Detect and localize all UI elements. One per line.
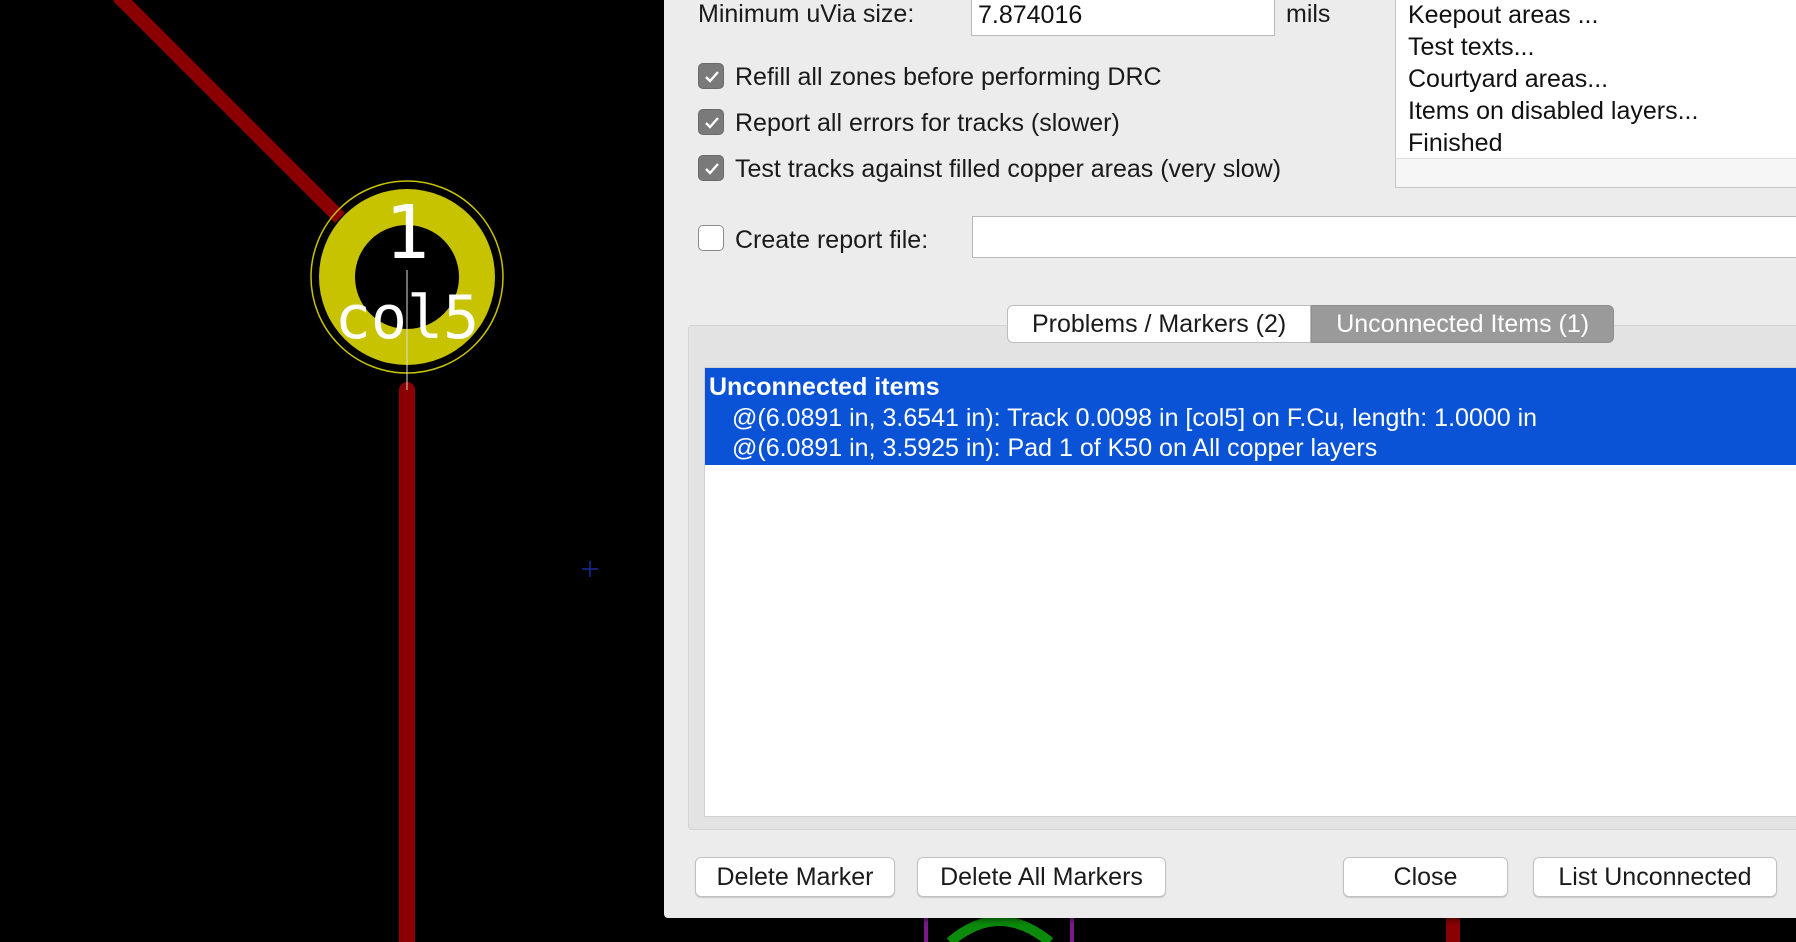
unconnected-row[interactable]: @(6.0891 in, 3.5925 in): Pad 1 of K50 on… [732,434,1377,463]
test-message: Items on disabled layers... [1408,97,1699,125]
pad-number-label: 1 [385,190,430,276]
test-message: Finished [1408,129,1503,157]
test-message: Test texts... [1408,33,1535,61]
delete-marker-button[interactable]: Delete Marker [695,857,895,897]
min-uvia-label: Minimum uVia size: [698,0,915,28]
report-all-errors-checkbox[interactable] [698,109,724,135]
results-tabs: Problems / Markers (2) Unconnected Items… [1007,305,1615,343]
delete-all-markers-button[interactable]: Delete All Markers [917,857,1166,897]
horizontal-scrollbar[interactable] [1396,158,1796,187]
unconnected-selection[interactable]: Unconnected items @(6.0891 in, 3.6541 in… [705,368,1796,465]
create-report-checkbox[interactable] [698,225,724,251]
unconnected-header: Unconnected items [709,373,940,401]
report-file-input[interactable] [972,216,1796,258]
tab-problems-markers[interactable]: Problems / Markers (2) [1007,305,1312,343]
unconnected-items-list[interactable]: Unconnected items @(6.0891 in, 3.6541 in… [704,367,1796,817]
test-message: Keepout areas ... [1408,1,1599,29]
create-report-label: Create report file: [735,226,929,254]
list-unconnected-button[interactable]: List Unconnected [1533,857,1777,897]
drc-dialog: Minimum uVia size: mils Refill all zones… [664,0,1796,918]
test-messages-list[interactable]: Keepout areas ... Test texts... Courtyar… [1395,0,1796,188]
refill-zones-checkbox[interactable] [698,63,724,89]
unconnected-row[interactable]: @(6.0891 in, 3.6541 in): Track 0.0098 in… [732,404,1537,433]
report-all-errors-label: Report all errors for tracks (slower) [735,109,1120,137]
refill-zones-label: Refill all zones before performing DRC [735,63,1162,91]
test-message: Courtyard areas... [1408,65,1609,93]
test-tracks-label: Test tracks against filled copper areas … [735,155,1282,183]
tab-unconnected-items[interactable]: Unconnected Items (1) [1311,305,1615,343]
test-tracks-checkbox[interactable] [698,155,724,181]
close-button[interactable]: Close [1343,857,1508,897]
pad-net-label: col5 [335,283,480,353]
min-uvia-input[interactable] [971,0,1275,36]
min-uvia-unit: mils [1286,0,1331,28]
